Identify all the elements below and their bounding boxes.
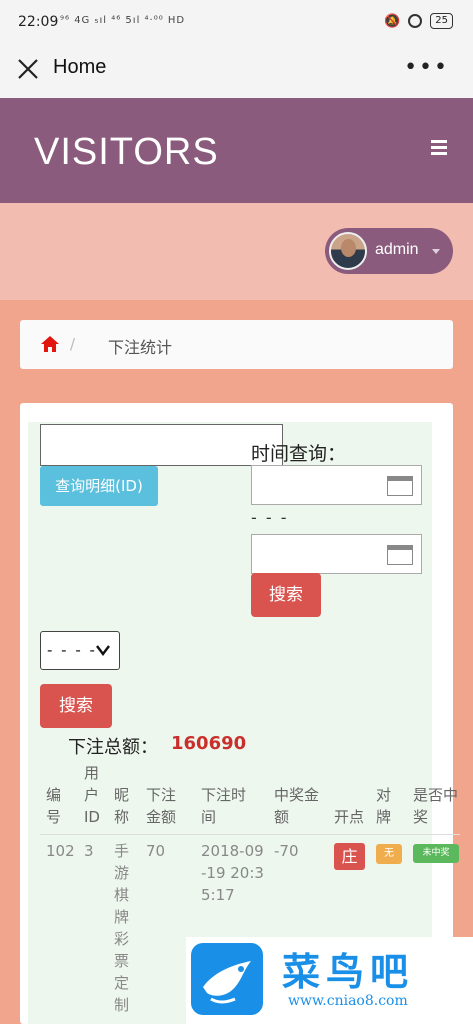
status-badge: 未中奖 [413,844,459,863]
header-nickname: 昵称 [114,786,130,826]
cell-win-amount: -70 [274,842,299,860]
date-range-separator: - - - [251,508,289,527]
end-date-input[interactable] [251,534,422,574]
header-time: 下注时间 [201,786,247,826]
id-search-input[interactable] [40,424,283,466]
search-button[interactable]: 搜索 [251,573,321,617]
calendar-icon[interactable] [387,476,413,496]
header-amount: 下注金额 [146,786,177,826]
avatar [329,232,367,270]
cell-user-id: 3 [84,842,94,860]
chevron-down-icon [96,645,110,656]
user-menu-button[interactable]: admin [325,228,453,274]
header-win: 中奖金额 [274,786,320,826]
table-divider [40,834,460,835]
watermark: 菜鸟吧 www.cniao8.com [186,937,473,1024]
start-date-input[interactable] [251,465,422,505]
breadcrumb: / 下注统计 [20,320,453,369]
open-point-badge: 庄 [334,843,365,870]
bell-mute-icon: 🔕 [384,13,401,29]
watermark-title: 菜鸟吧 [282,949,415,994]
query-detail-button[interactable]: 查询明细(ID) [40,466,158,506]
caret-down-icon [432,249,440,254]
username: admin [375,241,419,258]
webview-header: Home ••• [0,46,473,98]
signal-icon: ⁹⁶ 4G ₅ıl ⁴⁶ 5ıl ⁴·⁰⁰ HD [60,15,186,26]
menu-icon[interactable] [431,140,447,158]
breadcrumb-current: 下注统计 [108,338,173,357]
time-query-label: 时间查询： [251,443,347,465]
header-open: 开点 [334,808,365,826]
more-icon[interactable]: ••• [404,55,449,80]
cell-id: 102 [46,842,75,860]
webview-title: Home [53,56,107,78]
watermark-url: www.cniao8.com [288,993,408,1009]
calendar-icon[interactable] [387,545,413,565]
cell-nickname: 手游棋牌彩票定制 [114,842,130,1014]
total-bet-value: 160690 [171,733,247,754]
lock-rotation-icon [408,14,423,28]
cell-time: 2018-09-19 20:35:17 [201,842,264,904]
select-value: - - - - [47,641,97,659]
close-icon[interactable] [16,57,40,81]
cell-amount: 70 [146,842,166,860]
pair-badge: 无 [376,844,402,864]
total-bet-label: 下注总额： [68,737,158,758]
header-pair: 对牌 [376,786,392,826]
status-bar: 22:09 ⁹⁶ 4G ₅ıl ⁴⁶ 5ıl ⁴·⁰⁰ HD 🔕 25 [0,0,473,46]
status-time: 22:09 [18,14,59,30]
status-icons: 🔕 25 [384,13,453,29]
header-user-id: 用户ID [84,764,100,826]
bird-logo-icon [191,943,263,1015]
user-bar: admin [0,203,473,300]
filter-select[interactable]: - - - - [40,631,120,670]
header-status: 是否中奖 [413,786,459,826]
brand-title[interactable]: VISITORS [34,131,219,174]
battery-icon: 25 [430,13,453,29]
app-navbar: VISITORS [0,98,473,203]
search-button-2[interactable]: 搜索 [40,684,112,728]
header-id: 编号 [46,786,62,826]
home-icon[interactable] [40,335,60,353]
breadcrumb-separator: / [70,335,76,353]
